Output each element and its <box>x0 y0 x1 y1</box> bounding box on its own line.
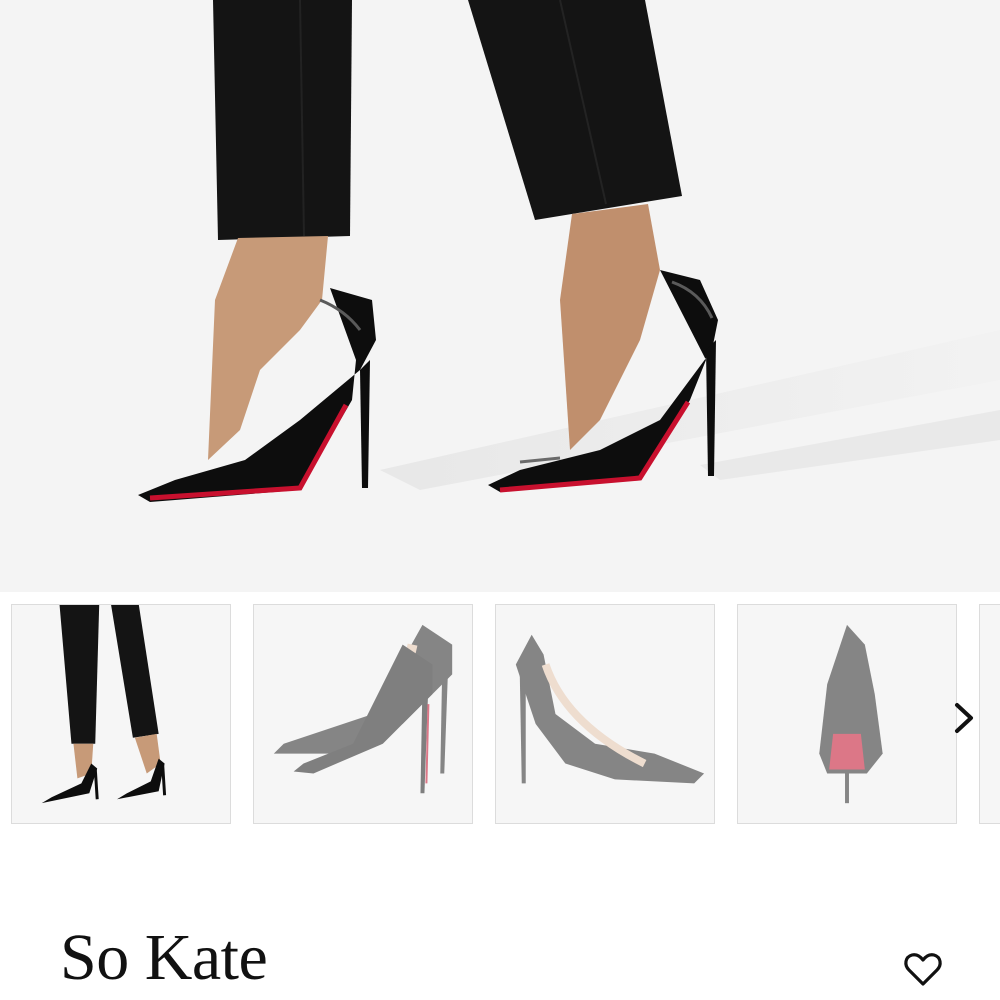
hero-product-image <box>0 0 1000 592</box>
wishlist-button[interactable] <box>898 944 948 994</box>
thumbnail-back-image <box>738 605 956 823</box>
thumbnail-strip <box>0 592 1000 840</box>
product-title: So Kate <box>60 921 268 994</box>
thumbnail-single-side-image <box>496 605 714 823</box>
thumbnail-pair-side-image <box>254 605 472 823</box>
thumbnail-model-image <box>12 605 230 823</box>
thumbnail-1[interactable] <box>11 604 231 824</box>
gallery-next-button[interactable] <box>942 692 986 744</box>
chevron-right-icon <box>955 703 973 733</box>
hero-illustration <box>0 0 1000 592</box>
heart-outline-icon <box>904 953 942 986</box>
thumbnail-2[interactable] <box>253 604 473 824</box>
thumbnail-3[interactable] <box>495 604 715 824</box>
thumbnail-4[interactable] <box>737 604 957 824</box>
